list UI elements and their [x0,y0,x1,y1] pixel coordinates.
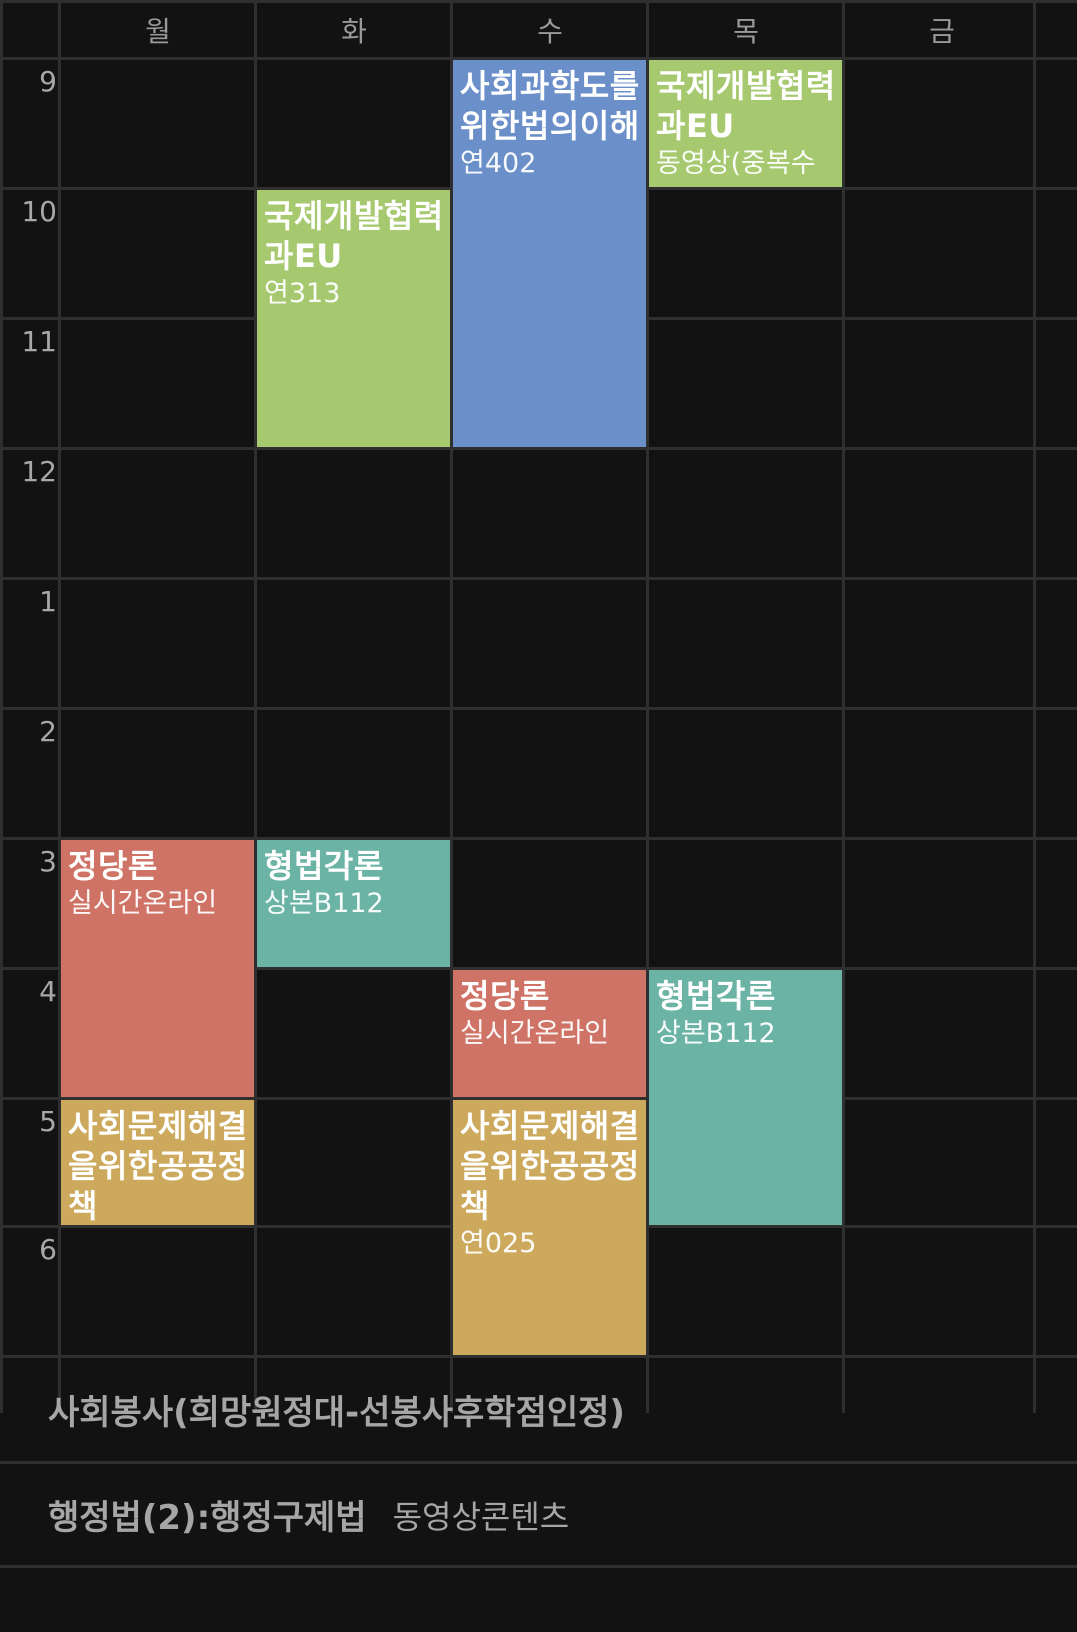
hour-label: 2 [39,715,57,748]
course-room: 연402 [460,148,537,179]
unscheduled-course-note: 동영상콘텐츠 [392,1497,570,1536]
hour-label: 11 [21,325,57,358]
course-block-party-theory-wed[interactable]: 정당론 실시간온라인 [453,970,646,1097]
hour-label: 5 [39,1105,57,1138]
hour-label: 9 [39,65,57,98]
unscheduled-course-row[interactable]: 사회봉사(희망원정대-선봉사후학점인정) [0,1358,1077,1461]
course-name: 정당론 [68,847,158,885]
day-header-thu: 목 [733,14,759,48]
course-room: 연313 [264,278,341,309]
hour-label: 3 [39,845,57,878]
course-block-criminal-law-thu[interactable]: 형법각론 상본B112 [649,970,842,1225]
hour-label: 12 [21,455,57,488]
course-room: 연025 [460,1228,537,1259]
course-name: 형법각론 [656,977,776,1015]
unscheduled-course-name: 행정법(2):행정구제법 [48,1498,367,1538]
hour-label: 1 [39,585,57,618]
course-name: 국제개발협력과EU [264,197,444,275]
course-block-intl-dev-eu-tue[interactable]: 국제개발협력과EU 연313 [257,190,450,447]
course-block-intl-dev-eu-thu[interactable]: 국제개발협력과EU 동영상(중복수 [649,60,842,187]
course-name: 사회과학도를위한법의이해 [460,67,640,145]
timetable: 월 화 수 목 금 9 10 11 12 1 2 3 4 5 6 사회과학도를위… [0,0,1077,1632]
course-name: 사회문제해결을위한공공정책 [460,1107,640,1225]
course-block-criminal-law-tue[interactable]: 형법각론 상본B112 [257,840,450,967]
course-room: 상본B112 [656,1018,776,1049]
course-name: 형법각론 [264,847,384,885]
unscheduled-course-name: 사회봉사(희망원정대-선봉사후학점인정) [48,1393,625,1433]
course-name: 국제개발협력과EU [656,67,836,145]
course-block-law-understanding-wed[interactable]: 사회과학도를위한법의이해 연402 [453,60,646,447]
course-name: 사회문제해결을위한공공정책 [68,1107,248,1225]
course-room: 상본B112 [264,888,384,919]
day-header-tue: 화 [341,14,367,48]
course-name: 정당론 [460,977,550,1015]
day-header-wed: 수 [537,14,563,48]
course-room: 동영상(중복수 [656,148,816,179]
day-header-fri: 금 [929,14,955,48]
hour-label: 10 [21,195,57,228]
day-header-mon: 월 [145,14,171,48]
course-room: 실시간온라인 [460,1018,610,1049]
course-room: 실시간온라인 [68,888,218,919]
course-block-public-policy-mon[interactable]: 사회문제해결을위한공공정책 [61,1100,254,1225]
unscheduled-course-row[interactable]: 행정법(2):행정구제법 동영상콘텐츠 [0,1464,1077,1565]
course-block-party-theory-mon[interactable]: 정당론 실시간온라인 [61,840,254,1097]
hour-label: 4 [39,975,57,1008]
course-block-public-policy-wed[interactable]: 사회문제해결을위한공공정책 연025 [453,1100,646,1355]
hour-label: 6 [39,1233,57,1266]
